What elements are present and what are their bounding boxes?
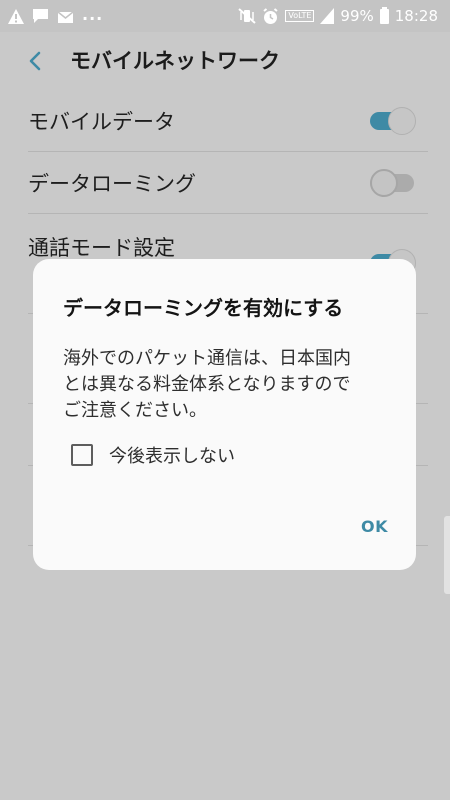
alarm-icon: [263, 7, 278, 24]
dont-show-again-option[interactable]: 今後表示しない: [71, 443, 235, 467]
dialog-title: データローミングを有効にする: [63, 296, 344, 320]
back-arrow-icon[interactable]: [22, 47, 50, 75]
warning-icon: [8, 8, 24, 24]
setting-label-mobile-data: モバイルデータ: [28, 110, 175, 134]
volte-icon: VoLTE: [285, 10, 315, 22]
setting-label-call-mode: 通話モード設定: [28, 236, 175, 260]
ok-button[interactable]: OK: [361, 517, 388, 536]
notification-icons: ...: [8, 5, 103, 27]
edge-panel-handle[interactable]: [444, 516, 450, 594]
setting-mobile-data[interactable]: モバイルデータ: [28, 90, 428, 152]
page-title: モバイルネットワーク: [70, 49, 280, 73]
dialog-message: 海外でのパケット通信は、日本国内 とは異なる料金体系となりますので ご注意くださ…: [63, 348, 351, 421]
signal-icon: [320, 8, 335, 24]
vibrate-mute-icon: [238, 8, 257, 24]
mobile-data-toggle[interactable]: [370, 107, 416, 135]
toggle-thumb: [370, 169, 398, 197]
more-notifications-indicator: ...: [82, 4, 104, 24]
data-roaming-toggle[interactable]: [370, 169, 416, 197]
system-status-icons: VoLTE 99% 18:28: [238, 5, 438, 27]
status-bar: ... VoLTE 99% 18:28: [0, 0, 450, 32]
setting-data-roaming[interactable]: データローミング: [28, 152, 428, 214]
app-bar: モバイルネットワーク: [0, 32, 450, 90]
battery-icon: [379, 6, 389, 24]
setting-label-data-roaming: データローミング: [28, 172, 196, 196]
message-icon: [33, 9, 48, 23]
toggle-thumb: [388, 107, 416, 135]
dont-show-again-label: 今後表示しない: [109, 446, 235, 467]
data-roaming-dialog: データローミングを有効にする 海外でのパケット通信は、日本国内 とは異なる料金体…: [33, 259, 416, 570]
clock: 18:28: [394, 7, 438, 25]
dont-show-again-checkbox[interactable]: [71, 444, 93, 466]
mail-icon: [57, 10, 74, 23]
battery-percentage: 99%: [340, 7, 374, 25]
